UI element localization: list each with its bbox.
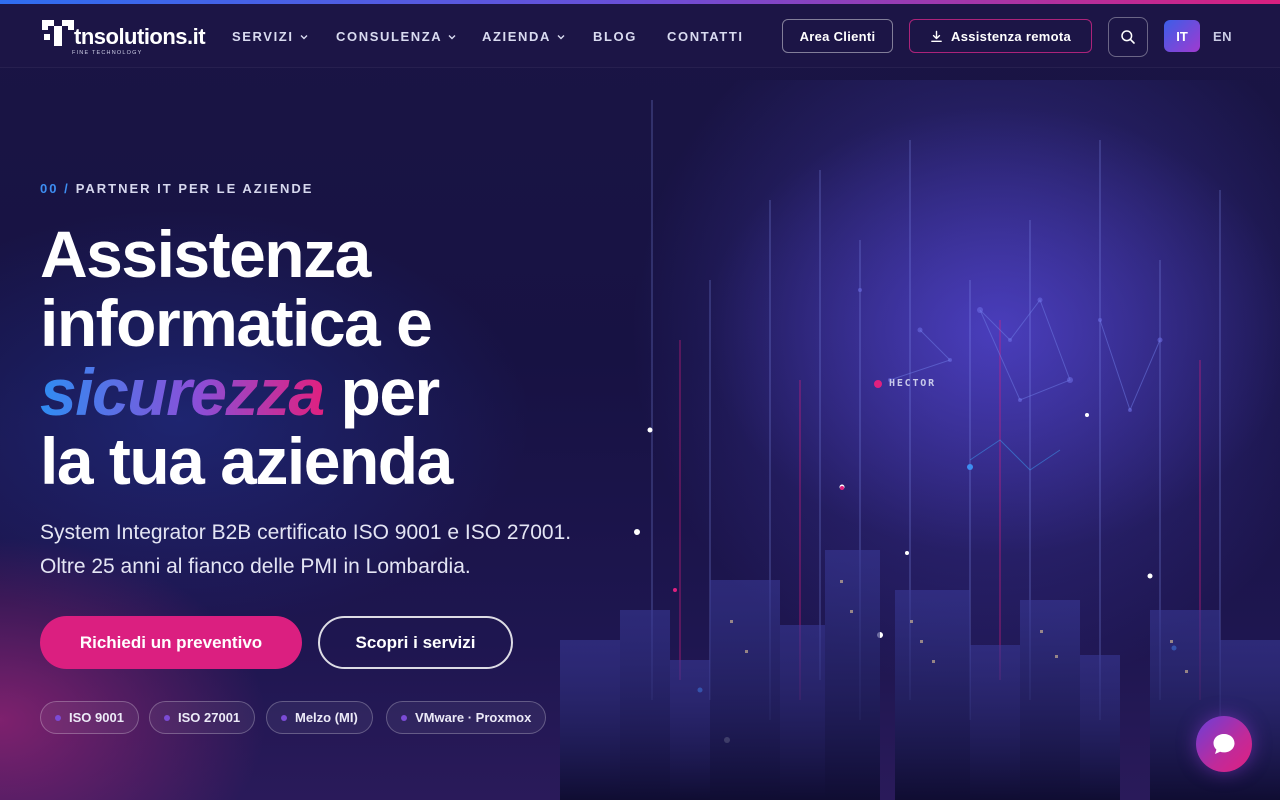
hector-overlay-label: HECTOR: [874, 378, 936, 389]
badge-virtualization: VMware · Proxmox: [386, 701, 547, 734]
nav-item-blog[interactable]: BLOG: [593, 29, 637, 44]
badge-dot: [401, 714, 407, 721]
chevron-down-icon: [448, 34, 456, 39]
nav-item-label: AZIENDA: [482, 29, 551, 44]
nav-item-label: SERVIZI: [232, 29, 294, 44]
headline-line4: la tua azienda: [40, 424, 453, 498]
logo-name: tnsolutions.it: [74, 24, 206, 49]
hero-eyebrow: 00 / PARTNER IT PER LE AZIENDE: [40, 181, 313, 196]
logo-mark-icon: [42, 20, 74, 46]
site-logo[interactable]: tnsolutions.it FINE TECHNOLOGY: [40, 16, 206, 58]
badge-iso-27001: ISO 27001: [149, 701, 256, 734]
chat-bubble-icon: [1213, 734, 1235, 754]
site-header: tnsolutions.it FINE TECHNOLOGY SERVIZI C…: [0, 4, 1280, 68]
nav-item-azienda[interactable]: AZIENDA: [482, 29, 566, 44]
badge-dot: [55, 714, 61, 721]
hector-label: HECTOR: [889, 378, 936, 389]
badge-label: ISO 27001: [178, 710, 241, 725]
nav-item-contatti[interactable]: CONTATTI: [667, 29, 744, 44]
chevron-down-icon: [557, 34, 565, 39]
nav-item-label: BLOG: [593, 29, 637, 44]
badge-iso-9001: ISO 9001: [40, 701, 139, 734]
hero-section: 00 / PARTNER IT PER LE AZIENDE Assistenza…: [0, 0, 1280, 800]
headline-line1: Assistenza: [40, 217, 371, 291]
search-icon: [1121, 30, 1135, 44]
headline-line2: informatica e: [40, 286, 433, 360]
gradient-top-line: [0, 0, 1280, 4]
eyebrow-text: PARTNER IT PER LE AZIENDE: [75, 181, 314, 196]
nav-item-label: CONTATTI: [667, 29, 744, 44]
search-button[interactable]: [1108, 17, 1148, 57]
chevron-down-icon: [300, 34, 308, 39]
hero-headline: Assistenza informatica e sicurezza per l…: [40, 220, 600, 496]
logo-tagline: FINE TECHNOLOGY: [72, 50, 143, 56]
nav-item-servizi[interactable]: SERVIZI: [232, 29, 309, 44]
badge-label: VMware · Proxmox: [415, 710, 532, 725]
badge-location: Melzo (MI): [266, 701, 373, 734]
pink-dot: [874, 379, 882, 388]
eyebrow-number: 00 /: [40, 181, 70, 196]
nav-item-label: CONSULENZA: [336, 29, 443, 44]
hero-lead: System Integrator B2B certificato ISO 90…: [40, 521, 572, 578]
headline-line3-rest: per: [340, 355, 441, 429]
badge-dot: [281, 714, 287, 721]
language-it-button[interactable]: IT: [1164, 20, 1200, 52]
remote-assistance-label: Assistenza remota: [951, 28, 1071, 44]
discover-services-button[interactable]: Scopri i servizi: [318, 616, 513, 669]
badge-dot: [164, 714, 170, 721]
badge-label: Melzo (MI): [295, 710, 358, 725]
area-clienti-button[interactable]: Area Clienti: [782, 19, 893, 53]
remote-assistance-button[interactable]: Assistenza remota: [909, 19, 1092, 53]
language-en-link[interactable]: EN: [1213, 29, 1232, 44]
request-quote-button[interactable]: Richiedi un preventivo: [40, 616, 302, 669]
headline-accent: sicurezza: [40, 355, 325, 429]
chat-widget-button[interactable]: [1196, 716, 1252, 772]
badge-label: ISO 9001: [69, 710, 124, 725]
city-network-illustration: [560, 80, 1280, 800]
nav-item-consulenza[interactable]: CONSULENZA: [336, 29, 457, 44]
download-icon: [931, 30, 942, 42]
